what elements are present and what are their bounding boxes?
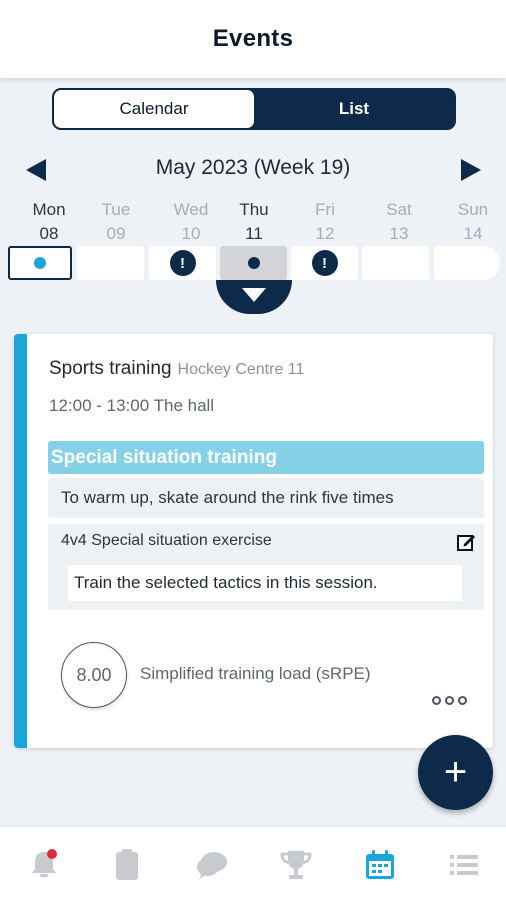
day-label-mon: Mon 08 xyxy=(14,198,84,246)
exercise-item[interactable]: 4v4 Special situation exercise Train the… xyxy=(48,524,484,610)
dot-icon xyxy=(458,696,467,705)
list-tab[interactable]: List xyxy=(254,90,454,128)
bell-icon xyxy=(32,849,57,877)
weekday-header: Mon 08 Tue 09 Wed 10 Thu 11 Fri 12 Sat 1… xyxy=(0,198,506,248)
event-title: Sports training xyxy=(49,358,172,379)
calendar-icon xyxy=(366,850,394,879)
training-load-value: 8.00 xyxy=(61,642,127,708)
day-number: 08 xyxy=(39,224,59,243)
add-event-button[interactable]: + xyxy=(418,735,493,810)
day-label-sat: Sat 13 xyxy=(364,198,434,246)
next-week-arrow-icon[interactable] xyxy=(461,159,481,181)
day-name: Fri xyxy=(315,200,335,219)
day-cell-wed[interactable]: ! xyxy=(149,246,216,280)
event-dot-icon xyxy=(247,257,260,269)
day-name: Wed xyxy=(173,200,209,219)
nav-menu[interactable] xyxy=(444,847,484,883)
day-cell-sat[interactable] xyxy=(362,246,429,280)
event-location: Hockey Centre 11 xyxy=(177,361,305,378)
event-title-row: Sports training Hockey Centre 11 xyxy=(49,358,304,380)
day-label-thu: Thu 11 xyxy=(219,198,289,246)
section-header: Special situation training xyxy=(48,441,484,474)
dot-icon xyxy=(432,696,441,705)
nav-notifications[interactable] xyxy=(24,847,64,883)
day-label-wed: Wed 10 xyxy=(156,198,226,246)
day-name: Tue xyxy=(101,200,131,219)
more-options-icon[interactable] xyxy=(432,696,467,705)
day-cell-mon[interactable] xyxy=(8,246,72,280)
exercise-text: To warm up, skate around the rink five t… xyxy=(61,488,394,507)
day-label-sun: Sun 14 xyxy=(438,198,506,246)
alert-icon: ! xyxy=(311,250,338,276)
nav-calendar[interactable] xyxy=(360,847,400,883)
day-name: Thu xyxy=(239,200,269,219)
week-label: May 2023 (Week 19) xyxy=(155,156,351,179)
event-color-bar xyxy=(14,334,27,748)
view-toggle: Calendar List xyxy=(52,88,456,130)
chevron-down-icon xyxy=(242,288,266,302)
day-cell-sun[interactable] xyxy=(434,246,500,280)
day-number: 09 xyxy=(106,224,126,243)
day-name: Sat xyxy=(386,200,412,219)
day-number: 10 xyxy=(181,224,201,243)
day-name: Sun xyxy=(457,200,489,219)
bottom-navigation xyxy=(0,826,506,900)
alert-icon: ! xyxy=(169,250,196,276)
nav-clipboard[interactable] xyxy=(107,847,147,883)
notification-badge xyxy=(47,849,57,859)
day-number: 12 xyxy=(315,224,335,243)
nav-trophy[interactable] xyxy=(276,847,316,883)
event-card[interactable]: Sports training Hockey Centre 11 12:00 - … xyxy=(14,334,493,748)
dot-icon xyxy=(445,696,454,705)
week-navigator: May 2023 (Week 19) xyxy=(0,150,506,188)
day-name: Mon xyxy=(32,200,66,219)
day-cell-thu[interactable] xyxy=(220,246,287,280)
page-title: Events xyxy=(212,25,294,52)
day-cell-tue[interactable] xyxy=(77,246,144,280)
day-cells: ! ! xyxy=(0,246,506,280)
day-number: 11 xyxy=(245,224,263,243)
event-time: 12:00 - 13:00 The hall xyxy=(49,396,215,415)
exercise-title: 4v4 Special situation exercise xyxy=(61,532,272,549)
day-label-fri: Fri 12 xyxy=(290,198,360,246)
training-load-label: Simplified training load (sRPE) xyxy=(140,664,371,683)
list-icon xyxy=(450,855,478,875)
clipboard-icon xyxy=(116,849,138,880)
trophy-icon xyxy=(280,851,312,879)
nav-chat[interactable] xyxy=(192,847,232,883)
exercise-description: Train the selected tactics in this sessi… xyxy=(68,565,462,601)
chat-icon xyxy=(197,852,227,879)
day-label-tue: Tue 09 xyxy=(81,198,151,246)
expand-calendar-button[interactable] xyxy=(216,280,292,314)
day-number: 14 xyxy=(463,224,483,243)
exercise-item[interactable]: To warm up, skate around the rink five t… xyxy=(48,478,484,518)
day-number: 13 xyxy=(389,224,409,243)
day-cell-fri[interactable]: ! xyxy=(291,246,358,280)
calendar-tab[interactable]: Calendar xyxy=(54,90,254,128)
app-header: Events xyxy=(0,0,506,78)
event-dot-icon xyxy=(34,257,46,269)
edit-icon[interactable] xyxy=(456,532,476,552)
